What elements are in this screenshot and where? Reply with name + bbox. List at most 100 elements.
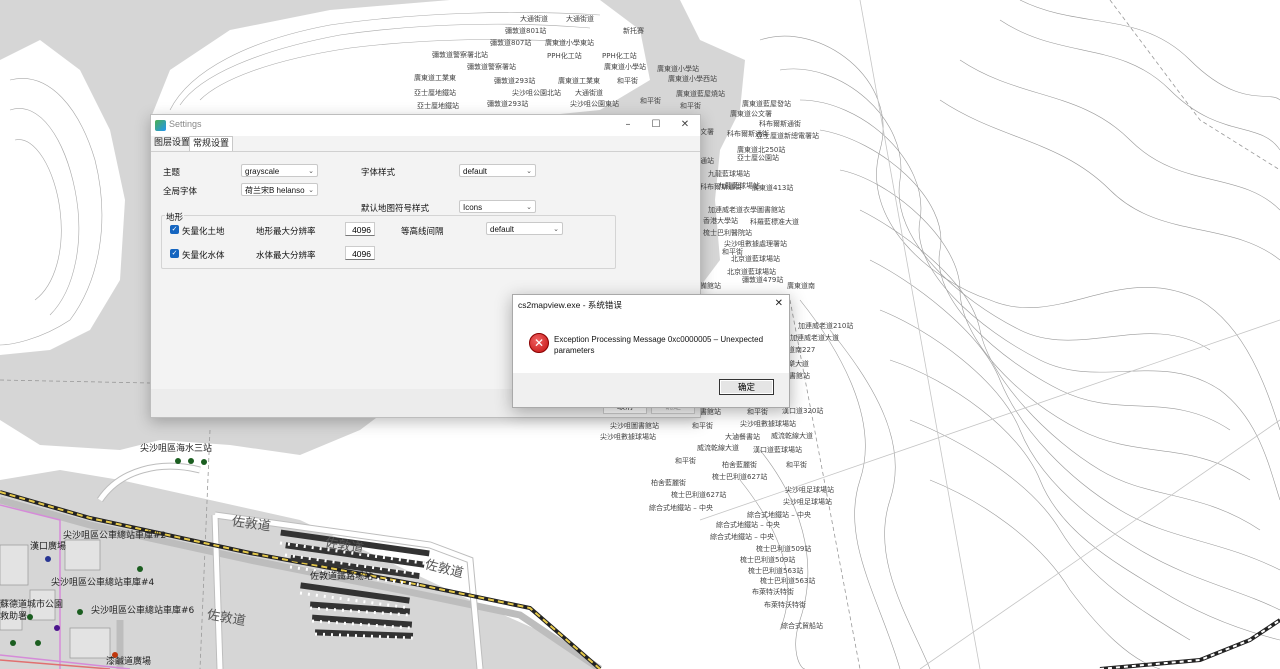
theme-select-value: grayscale — [245, 167, 280, 176]
error-message: Exception Processing Message 0xc0000005 … — [554, 335, 764, 355]
font-style-select[interactable]: default ⌄ — [459, 164, 536, 177]
close-icon[interactable]: ✕ — [775, 298, 783, 309]
map-label: 樂大道 — [788, 360, 809, 368]
map-label: 新托賽 — [623, 27, 644, 35]
minimize-icon[interactable]: – — [614, 117, 642, 133]
map-label: 尖沙咀足球場站 — [785, 486, 834, 494]
terrain-group-title: 地形 — [165, 211, 185, 223]
vector-land-label: 矢量化土地 — [182, 227, 225, 237]
error-icon: ✕ — [529, 333, 549, 353]
map-label: 大通街道 — [575, 89, 603, 97]
ok-button[interactable]: 确定 — [719, 379, 774, 395]
map-label: 廣東道南 — [787, 282, 815, 290]
font-style-select-value: default — [463, 167, 488, 176]
map-label: 九龍藍球場站 — [708, 170, 750, 178]
map-label: 大通街道 — [566, 15, 594, 23]
map-label: 廣東道北250站 — [737, 146, 786, 154]
map-label: 彌敦道警察署北站 — [432, 51, 488, 59]
map-label: 廣東道小學西站 — [668, 75, 717, 83]
map-label: 梳士巴利醫院站 — [703, 229, 752, 237]
settings-tabs: 图层设置 常规设置 — [151, 136, 700, 152]
map-label: 布萊特沃特街 — [764, 601, 806, 609]
map-label: 大滷餐書站 — [725, 433, 760, 441]
app-icon — [155, 120, 166, 131]
map-label: 威流乾線大道 — [771, 432, 813, 440]
map-label: 備館站 — [700, 282, 721, 290]
map-label: 道南227 — [788, 346, 816, 354]
map-label: 北京道藍球場站 — [731, 255, 780, 263]
font-style-label: 字体样式 — [361, 168, 396, 178]
map-label: 綜合式貿船站 — [781, 622, 823, 630]
error-dialog: cs2mapview.exe - 系统错误 ✕ ✕ Exception Proc… — [512, 294, 790, 408]
chevron-down-icon: ⌄ — [308, 187, 314, 194]
map-label: 尖沙咀數據處理署站 — [724, 240, 787, 248]
map-label: PPH化工站 — [547, 52, 582, 60]
map-label: 和平街 — [747, 408, 768, 416]
map-label: 書館站 — [700, 408, 721, 416]
water-res-input[interactable]: 4096 — [345, 246, 375, 260]
map-label: 香港大學站 — [703, 217, 738, 225]
map-label: 科羅藍標准大道 — [750, 218, 799, 226]
contour-interval-select[interactable]: default ⌄ — [486, 222, 563, 235]
map-label: 漆鹹道廣場 — [106, 657, 152, 667]
map-label: 尖沙咀區公車總站車庫#2 — [63, 531, 167, 541]
map-label: 加連威老道210站 — [798, 322, 854, 330]
water-res-label: 水体最大分辨率 — [256, 251, 316, 261]
map-label: 廣東道工業東 — [558, 77, 600, 85]
default-symbol-label: 默认地图符号样式 — [361, 204, 430, 214]
chevron-down-icon: ⌄ — [526, 168, 532, 175]
map-label: 廣東道413站 — [752, 184, 794, 192]
map-label: 綜合式地鐵站 – 中央 — [710, 533, 774, 541]
map-label: 綜合式地鐵站 – 中央 — [649, 504, 713, 512]
map-label: 尖沙咀足球場站 — [783, 498, 832, 506]
map-label: 科布爾斯通街 — [700, 183, 742, 191]
tab-general-settings[interactable]: 常规设置 — [189, 136, 234, 151]
map-label: 彌敦道479站 — [742, 276, 784, 284]
map-label: 尖沙咀圖書館站 — [610, 422, 659, 430]
terrain-res-input[interactable]: 4096 — [345, 222, 375, 236]
map-label: 梳士巴利道627站 — [712, 473, 768, 481]
map-label: 尖沙咀區公車總站車庫#4 — [51, 578, 155, 588]
map-label: 加連威老道衣學圖書館站 — [708, 206, 785, 214]
map-label: 加連威老道大道 — [790, 334, 839, 342]
map-label: 佐敦道鐵路場站 — [310, 572, 374, 582]
map-label: 綜合式地鐵站 – 中央 — [716, 521, 780, 529]
map-label: 北京道藍球場站 — [727, 268, 776, 276]
tab-layer-settings[interactable]: 图层设置 — [151, 136, 193, 150]
map-label: 綜合式地鐵站 – 中央 — [747, 511, 811, 519]
map-label: 和平街 — [692, 422, 713, 430]
window-title: Settings — [169, 119, 202, 129]
default-symbol-select-value: Icons — [463, 203, 483, 212]
map-label: 尖沙咀數據球場站 — [740, 420, 796, 428]
map-label: 漢口廣場 — [30, 542, 67, 552]
close-icon[interactable]: ✕ — [671, 117, 699, 133]
theme-select[interactable]: grayscale ⌄ — [241, 164, 318, 177]
contour-interval-select-value: default — [490, 225, 515, 234]
map-label: 尖沙咀區海水三站 — [140, 444, 213, 454]
default-symbol-select[interactable]: Icons ⌄ — [459, 200, 536, 213]
map-label: 科布爾斯通街 — [759, 120, 801, 128]
map-label: 廣東道工業東 — [414, 74, 456, 82]
map-label: 尖沙咀公園東站 — [570, 100, 619, 108]
map-label: 彌敦道293站 — [494, 77, 536, 85]
map-label: 和平街 — [640, 97, 661, 105]
map-label: 尖沙咀公園北站 — [512, 89, 561, 97]
terrain-res-label: 地形最大分辨率 — [256, 227, 316, 237]
map-label: 大通街道 — [520, 15, 548, 23]
vector-water-checkbox[interactable]: ✓ — [170, 249, 179, 258]
maximize-icon[interactable]: ☐ — [642, 117, 670, 133]
global-font-select[interactable]: 荷兰宋B helanso ⌄ — [241, 183, 318, 196]
map-label: 漢口道320站 — [782, 407, 824, 415]
map-label: 亞士厘公園站 — [737, 154, 779, 162]
map-label: 彌敦道801站 — [505, 27, 547, 35]
map-label: 文署 — [700, 128, 714, 136]
contour-interval-label: 等高线间隔 — [401, 227, 444, 237]
error-dialog-title: cs2mapview.exe - 系统错误 — [518, 300, 622, 310]
settings-titlebar[interactable]: Settings – ☐ ✕ — [151, 115, 700, 136]
map-label: 柏舍藍麗街 — [722, 461, 757, 469]
map-label: 尖沙咀數據球場站 — [600, 433, 656, 441]
map-label: 柏舍藍麗街 — [651, 479, 686, 487]
vector-land-checkbox[interactable]: ✓ — [170, 225, 179, 234]
map-label: 廣東道小學站 — [657, 65, 699, 73]
chevron-down-icon: ⌄ — [553, 226, 559, 233]
